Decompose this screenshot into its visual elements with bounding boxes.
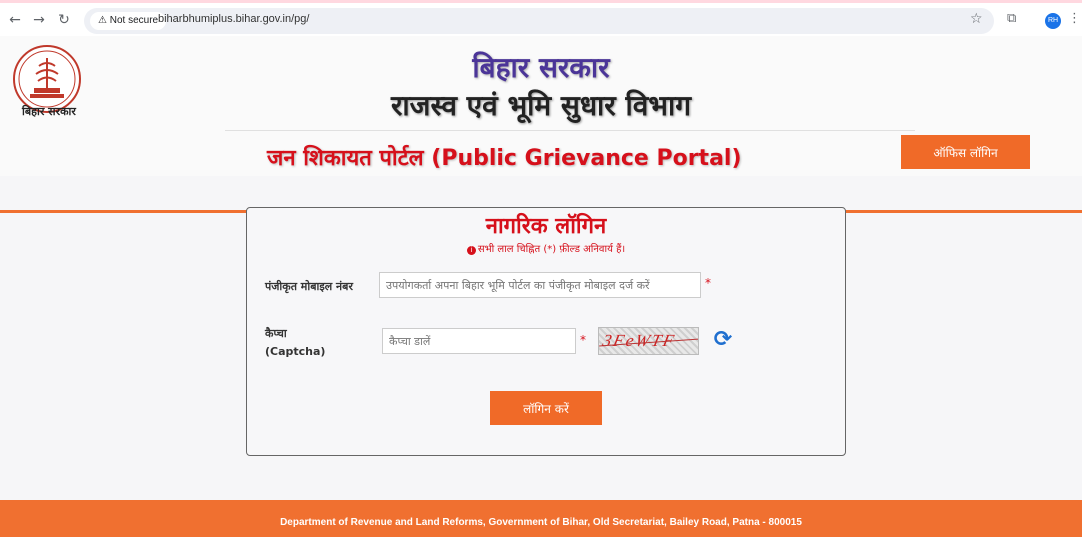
required-fields-note: i सभी लाल चिह्नित (*) फ़ील्ड अनिवार्य हैं…	[247, 241, 845, 255]
login-button[interactable]: लॉगिन करें	[490, 391, 602, 425]
forward-icon[interactable]: →	[30, 11, 48, 29]
site-footer: Department of Revenue and Land Reforms, …	[0, 500, 1082, 537]
portal-title: जन शिकायत पोर्टल (Public Grievance Porta…	[267, 146, 742, 171]
not-secure-badge[interactable]: ⚠ Not secure	[90, 12, 167, 30]
browser-menu-icon[interactable]: ⋮	[1068, 11, 1081, 26]
government-title: बिहार सरकार	[472, 51, 610, 84]
department-title: राजस्व एवं भूमि सुधार विभाग	[390, 89, 692, 122]
captcha-label: कैप्चा (Captcha)	[265, 325, 325, 361]
captcha-image: 3FeWTF	[598, 327, 699, 355]
extensions-icon[interactable]: ⧉	[1007, 11, 1016, 26]
browser-toolbar: ← → ↻ ⚠ Not secure biharbhumiplus.bihar.…	[0, 0, 1082, 36]
reload-icon[interactable]: ↻	[55, 11, 73, 29]
captcha-label-hindi: कैप्चा	[265, 327, 287, 340]
mobile-number-input[interactable]	[379, 272, 701, 298]
mobile-label: पंजीकृत मोबाइल नंबर	[265, 280, 353, 293]
login-card-title: नागरिक लॉगिन	[485, 213, 607, 239]
required-asterisk: *	[705, 276, 711, 290]
info-icon: i	[466, 246, 476, 255]
required-asterisk: *	[580, 333, 586, 347]
footer-address: Department of Revenue and Land Reforms, …	[280, 517, 802, 528]
required-note-text: सभी लाल चिह्नित (*) फ़ील्ड अनिवार्य हैं।	[477, 244, 626, 255]
office-login-button[interactable]: ऑफिस लॉगिन	[901, 135, 1030, 169]
citizen-login-card: नागरिक लॉगिन i सभी लाल चिह्नित (*) फ़ील्ड…	[246, 207, 846, 456]
address-bar[interactable]: ⚠ Not secure biharbhumiplus.bihar.gov.in…	[84, 8, 994, 34]
back-icon[interactable]: ←	[6, 11, 24, 29]
refresh-captcha-icon[interactable]: ⟳	[711, 328, 735, 352]
header-divider	[225, 130, 915, 131]
profile-avatar[interactable]: RH	[1045, 13, 1061, 29]
bookmark-star-icon[interactable]: ☆	[970, 11, 983, 27]
captcha-label-english: (Captcha)	[265, 345, 326, 358]
url-text[interactable]: biharbhumiplus.bihar.gov.in/pg/	[158, 13, 309, 25]
captcha-input[interactable]	[382, 328, 576, 354]
site-header: बिहार सरकार बिहार सरकार राजस्व एवं भूमि …	[0, 36, 1082, 213]
